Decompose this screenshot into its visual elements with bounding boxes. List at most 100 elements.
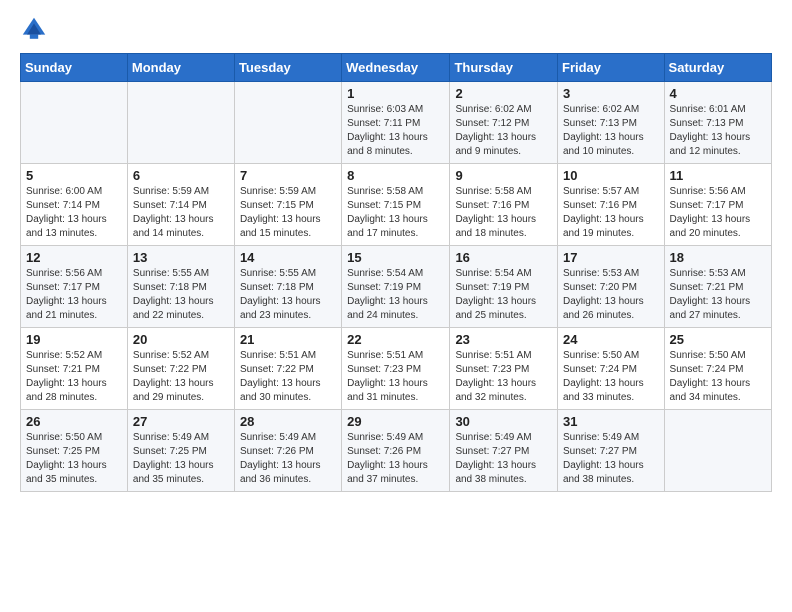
day-header-monday: Monday xyxy=(127,54,234,82)
day-info: Sunrise: 6:00 AMSunset: 7:14 PMDaylight:… xyxy=(26,185,122,241)
calendar-cell: 5Sunrise: 6:00 AMSunset: 7:14 PMDaylight… xyxy=(21,164,128,246)
day-info: Sunrise: 5:49 AMSunset: 7:27 PMDaylight:… xyxy=(455,431,552,487)
day-header-friday: Friday xyxy=(558,54,665,82)
calendar-cell: 1 Sunrise: 6:03 AMSunset: 7:11 PMDaylight… xyxy=(342,82,450,164)
calendar-cell: 30Sunrise: 5:49 AMSunset: 7:27 PMDayligh… xyxy=(450,410,558,492)
calendar-cell: 20 Sunrise: 5:52 AMSunset: 7:22 PMDayligh… xyxy=(127,328,234,410)
calendar-week-row: 19Sunrise: 5:52 AMSunset: 7:21 PMDayligh… xyxy=(21,328,772,410)
day-info: Sunrise: 5:53 AMSunset: 7:21 PMDaylight:… xyxy=(670,267,766,323)
logo xyxy=(20,15,52,43)
calendar-cell: 26Sunrise: 5:50 AMSunset: 7:25 PMDayligh… xyxy=(21,410,128,492)
day-number: 25 xyxy=(670,332,766,347)
day-info: Sunrise: 5:49 AMSunset: 7:26 PMDaylight:… xyxy=(240,431,336,487)
calendar-cell: 28Sunrise: 5:49 AMSunset: 7:26 PMDayligh… xyxy=(234,410,341,492)
day-info: Sunrise: 5:50 AMSunset: 7:25 PMDaylight:… xyxy=(26,431,122,487)
day-header-sunday: Sunday xyxy=(21,54,128,82)
calendar-week-row: 1 Sunrise: 6:03 AMSunset: 7:11 PMDaylight… xyxy=(21,82,772,164)
calendar-cell: 24 Sunrise: 5:50 AMSunset: 7:24 PMDayligh… xyxy=(558,328,665,410)
calendar-cell: 6 Sunrise: 5:59 AMSunset: 7:14 PMDaylight… xyxy=(127,164,234,246)
day-info: Sunrise: 5:54 AMSunset: 7:19 PMDaylight:… xyxy=(347,267,444,323)
day-number: 24 xyxy=(563,332,659,347)
day-info: Sunrise: 5:53 AMSunset: 7:20 PMDaylight:… xyxy=(563,267,659,323)
calendar-cell: 10Sunrise: 5:57 AMSunset: 7:16 PMDayligh… xyxy=(558,164,665,246)
day-header-wednesday: Wednesday xyxy=(342,54,450,82)
day-info: Sunrise: 5:55 AMSunset: 7:18 PMDaylight:… xyxy=(240,267,336,323)
day-info: Sunrise: 5:49 AMSunset: 7:25 PMDaylight:… xyxy=(133,431,229,487)
day-number: 22 xyxy=(347,332,444,347)
day-number: 1 xyxy=(347,86,444,101)
day-number: 27 xyxy=(133,414,229,429)
calendar-table: SundayMondayTuesdayWednesdayThursdayFrid… xyxy=(20,53,772,492)
calendar-cell: 16 Sunrise: 5:54 AMSunset: 7:19 PMDayligh… xyxy=(450,246,558,328)
day-info: Sunrise: 5:56 AMSunset: 7:17 PMDaylight:… xyxy=(26,267,122,323)
day-number: 29 xyxy=(347,414,444,429)
day-info: Sunrise: 5:56 AMSunset: 7:17 PMDaylight:… xyxy=(670,185,766,241)
calendar-cell xyxy=(127,82,234,164)
day-number: 20 xyxy=(133,332,229,347)
calendar-week-row: 26Sunrise: 5:50 AMSunset: 7:25 PMDayligh… xyxy=(21,410,772,492)
calendar-cell: 18 Sunrise: 5:53 AMSunset: 7:21 PMDayligh… xyxy=(664,246,771,328)
calendar-cell: 17Sunrise: 5:53 AMSunset: 7:20 PMDayligh… xyxy=(558,246,665,328)
calendar-cell: 3 Sunrise: 6:02 AMSunset: 7:13 PMDaylight… xyxy=(558,82,665,164)
day-info: Sunrise: 5:57 AMSunset: 7:16 PMDaylight:… xyxy=(563,185,659,241)
calendar-cell xyxy=(21,82,128,164)
day-info: Sunrise: 5:54 AMSunset: 7:19 PMDaylight:… xyxy=(455,267,552,323)
page-header xyxy=(20,15,772,43)
day-info: Sunrise: 5:52 AMSunset: 7:22 PMDaylight:… xyxy=(133,349,229,405)
day-number: 14 xyxy=(240,250,336,265)
day-info: Sunrise: 6:02 AMSunset: 7:12 PMDaylight:… xyxy=(455,103,552,159)
day-number: 23 xyxy=(455,332,552,347)
calendar-cell: 14 Sunrise: 5:55 AMSunset: 7:18 PMDayligh… xyxy=(234,246,341,328)
calendar-cell: 21 Sunrise: 5:51 AMSunset: 7:22 PMDayligh… xyxy=(234,328,341,410)
day-info: Sunrise: 6:01 AMSunset: 7:13 PMDaylight:… xyxy=(670,103,766,159)
calendar-cell: 2 Sunrise: 6:02 AMSunset: 7:12 PMDaylight… xyxy=(450,82,558,164)
day-info: Sunrise: 5:51 AMSunset: 7:23 PMDaylight:… xyxy=(347,349,444,405)
calendar-cell: 11 Sunrise: 5:56 AMSunset: 7:17 PMDayligh… xyxy=(664,164,771,246)
logo-icon xyxy=(20,15,48,43)
day-header-saturday: Saturday xyxy=(664,54,771,82)
day-number: 6 xyxy=(133,168,229,183)
day-info: Sunrise: 5:51 AMSunset: 7:23 PMDaylight:… xyxy=(455,349,552,405)
calendar-cell: 27 Sunrise: 5:49 AMSunset: 7:25 PMDayligh… xyxy=(127,410,234,492)
day-number: 12 xyxy=(26,250,122,265)
day-info: Sunrise: 5:50 AMSunset: 7:24 PMDaylight:… xyxy=(563,349,659,405)
calendar-cell: 12 Sunrise: 5:56 AMSunset: 7:17 PMDayligh… xyxy=(21,246,128,328)
calendar-cell: 9Sunrise: 5:58 AMSunset: 7:16 PMDaylight… xyxy=(450,164,558,246)
day-number: 3 xyxy=(563,86,659,101)
day-number: 31 xyxy=(563,414,659,429)
day-info: Sunrise: 5:58 AMSunset: 7:16 PMDaylight:… xyxy=(455,185,552,241)
calendar-cell: 25 Sunrise: 5:50 AMSunset: 7:24 PMDayligh… xyxy=(664,328,771,410)
day-info: Sunrise: 5:59 AMSunset: 7:15 PMDaylight:… xyxy=(240,185,336,241)
day-number: 4 xyxy=(670,86,766,101)
calendar-cell: 19Sunrise: 5:52 AMSunset: 7:21 PMDayligh… xyxy=(21,328,128,410)
day-info: Sunrise: 5:49 AMSunset: 7:26 PMDaylight:… xyxy=(347,431,444,487)
calendar-cell: 23 Sunrise: 5:51 AMSunset: 7:23 PMDayligh… xyxy=(450,328,558,410)
day-number: 21 xyxy=(240,332,336,347)
day-info: Sunrise: 6:02 AMSunset: 7:13 PMDaylight:… xyxy=(563,103,659,159)
calendar-header-row: SundayMondayTuesdayWednesdayThursdayFrid… xyxy=(21,54,772,82)
calendar-week-row: 5Sunrise: 6:00 AMSunset: 7:14 PMDaylight… xyxy=(21,164,772,246)
calendar-cell: 8Sunrise: 5:58 AMSunset: 7:15 PMDaylight… xyxy=(342,164,450,246)
day-info: Sunrise: 5:50 AMSunset: 7:24 PMDaylight:… xyxy=(670,349,766,405)
day-info: Sunrise: 6:03 AMSunset: 7:11 PMDaylight:… xyxy=(347,103,444,159)
calendar-cell: 31 Sunrise: 5:49 AMSunset: 7:27 PMDayligh… xyxy=(558,410,665,492)
calendar-cell xyxy=(664,410,771,492)
day-number: 19 xyxy=(26,332,122,347)
day-info: Sunrise: 5:51 AMSunset: 7:22 PMDaylight:… xyxy=(240,349,336,405)
day-info: Sunrise: 5:49 AMSunset: 7:27 PMDaylight:… xyxy=(563,431,659,487)
day-number: 7 xyxy=(240,168,336,183)
calendar-cell: 15 Sunrise: 5:54 AMSunset: 7:19 PMDayligh… xyxy=(342,246,450,328)
calendar-cell: 7 Sunrise: 5:59 AMSunset: 7:15 PMDaylight… xyxy=(234,164,341,246)
day-info: Sunrise: 5:55 AMSunset: 7:18 PMDaylight:… xyxy=(133,267,229,323)
day-number: 11 xyxy=(670,168,766,183)
day-info: Sunrise: 5:58 AMSunset: 7:15 PMDaylight:… xyxy=(347,185,444,241)
calendar-week-row: 12 Sunrise: 5:56 AMSunset: 7:17 PMDayligh… xyxy=(21,246,772,328)
day-number: 18 xyxy=(670,250,766,265)
day-info: Sunrise: 5:59 AMSunset: 7:14 PMDaylight:… xyxy=(133,185,229,241)
day-number: 16 xyxy=(455,250,552,265)
day-header-tuesday: Tuesday xyxy=(234,54,341,82)
calendar-cell: 4 Sunrise: 6:01 AMSunset: 7:13 PMDaylight… xyxy=(664,82,771,164)
day-number: 15 xyxy=(347,250,444,265)
day-number: 2 xyxy=(455,86,552,101)
calendar-cell: 13Sunrise: 5:55 AMSunset: 7:18 PMDayligh… xyxy=(127,246,234,328)
